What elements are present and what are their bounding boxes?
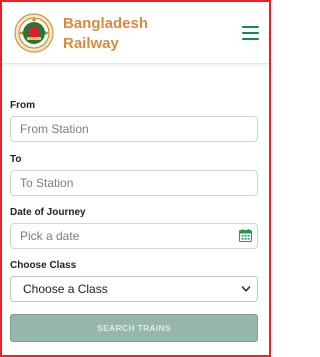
brand-line-1: Bangladesh [63, 15, 149, 32]
to-label: To [10, 154, 22, 165]
from-label: From [10, 100, 35, 111]
class-label: Choose Class [10, 260, 77, 271]
from-station-input[interactable] [10, 116, 258, 142]
class-select[interactable]: Choose a Class [10, 276, 258, 302]
top-navbar: Bangladesh Railway [2, 2, 269, 64]
brand-title[interactable]: Bangladesh Railway [63, 14, 148, 54]
date-field-wrapper [10, 223, 258, 249]
date-label: Date of Journey [10, 207, 86, 218]
bangladesh-railway-logo-icon[interactable] [14, 13, 54, 53]
hamburger-menu-icon[interactable] [242, 26, 262, 41]
chevron-down-icon [241, 286, 251, 292]
to-station-input[interactable] [10, 170, 258, 196]
class-select-value: Choose a Class [23, 282, 108, 296]
journey-date-input[interactable] [10, 223, 258, 249]
calendar-icon[interactable] [239, 229, 252, 242]
search-trains-button[interactable]: SEARCH TRAINS [10, 314, 258, 342]
brand-line-2: Railway [63, 35, 119, 52]
